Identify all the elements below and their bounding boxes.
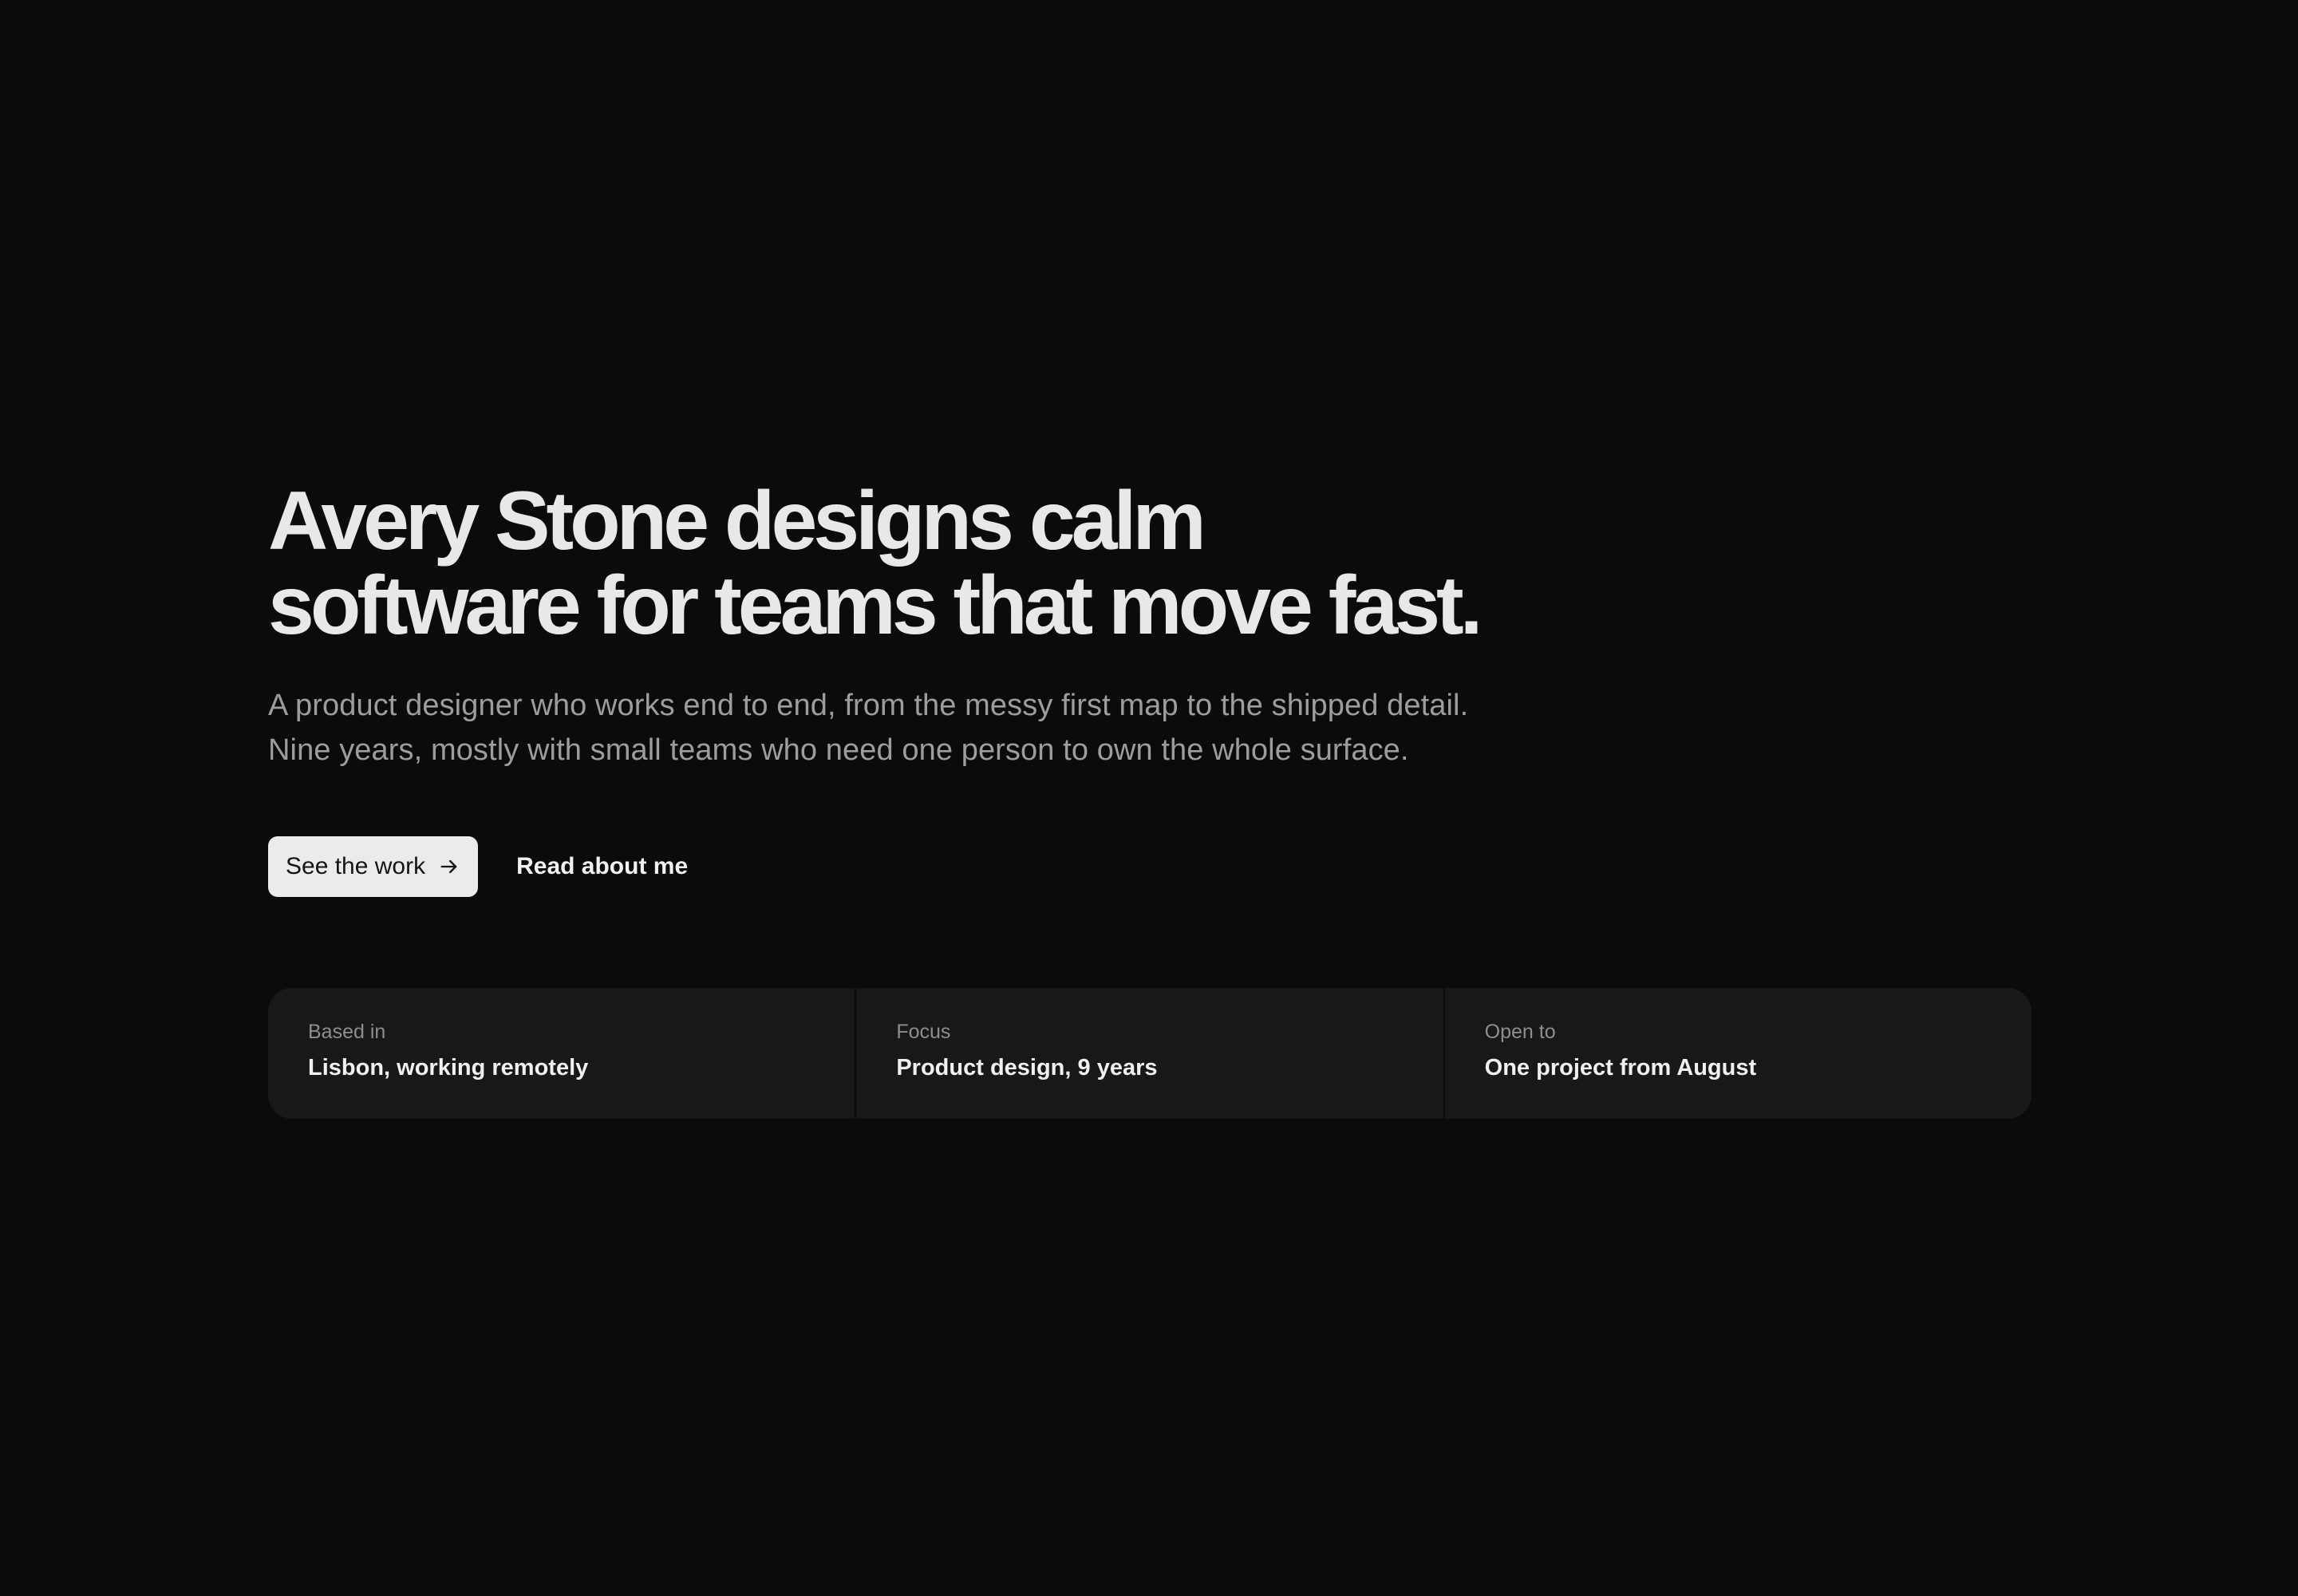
hero-actions: See the work Read about me <box>268 836 2031 897</box>
hero-section: Avery Stone designs calm software for te… <box>268 479 2031 1119</box>
hero-headline: Avery Stone designs calm software for te… <box>268 479 2031 648</box>
headline-line-2: software for teams that move fast. <box>268 559 1483 652</box>
read-about-me-link[interactable]: Read about me <box>516 853 688 880</box>
arrow-right-icon <box>438 855 460 878</box>
fact-value: Product design, 9 years <box>896 1055 1158 1080</box>
fact-label: Based in <box>308 1021 386 1043</box>
fact-label: Focus <box>896 1021 951 1043</box>
fact-value: Lisbon, working remotely <box>308 1055 589 1080</box>
fact-label: Open to <box>1484 1021 1556 1043</box>
fact-focus: Focus Product design, 9 years <box>855 988 1443 1119</box>
lede-line-2: Nine years, mostly with small teams who … <box>268 733 1409 767</box>
fact-open-to: Open to One project from August <box>1443 988 2031 1119</box>
hero-lede: A product designer who works end to end,… <box>268 683 2031 772</box>
headline-line-1: Avery Stone designs calm <box>268 475 1206 567</box>
fact-based-in: Based in Lisbon, working remotely <box>268 988 855 1119</box>
see-the-work-label: See the work <box>286 853 426 879</box>
facts-card: Based in Lisbon, working remotely Focus … <box>268 988 2031 1119</box>
see-the-work-button[interactable]: See the work <box>268 836 479 897</box>
lede-line-1: A product designer who works end to end,… <box>268 689 1469 722</box>
fact-value: One project from August <box>1484 1055 1757 1080</box>
